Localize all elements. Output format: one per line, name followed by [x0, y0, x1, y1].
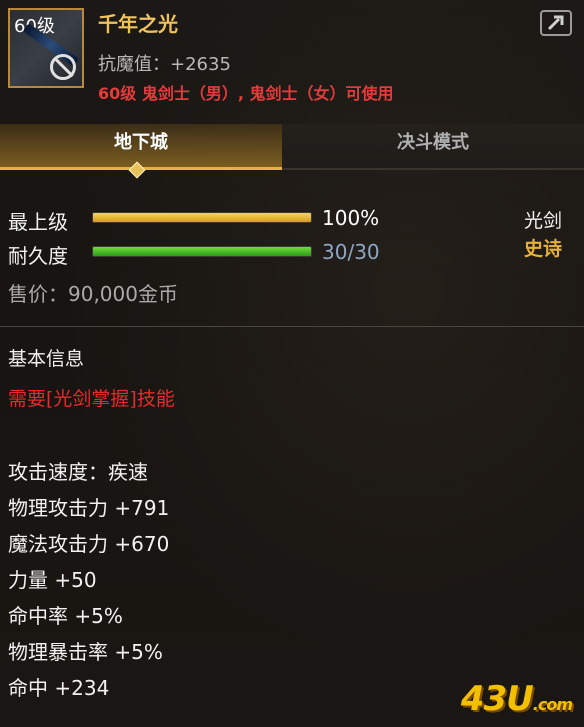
item-tooltip-panel: 60级 千年之光 抗魔值：+2635 60级 鬼剑士（男）, 鬼剑士（女）可使用… [0, 0, 584, 727]
divider [0, 326, 584, 327]
attribute-strength: 力量 +50 [8, 568, 97, 592]
grade-value: 100% [322, 206, 380, 230]
class-requirement: 60级 鬼剑士（男）, 鬼剑士（女）可使用 [98, 84, 394, 103]
attribute-physical-crit: 物理暴击率 +5% [8, 640, 163, 664]
item-name: 千年之光 [98, 12, 178, 36]
grade-bar-fill [93, 213, 311, 222]
weapon-type: 光剑 [524, 210, 563, 232]
basic-info-title: 基本信息 [8, 348, 85, 370]
site-watermark-logo: 43U.com [460, 679, 573, 719]
attribute-accuracy: 命中 +234 [8, 676, 110, 700]
durability-bar [92, 246, 312, 257]
unavailable-icon [50, 54, 76, 80]
rarity-label: 史诗 [524, 238, 563, 260]
durability-label: 耐久度 [8, 244, 68, 268]
grade-bar [92, 212, 312, 223]
attribute-hit-rate: 命中率 +5% [8, 604, 123, 628]
item-icon[interactable]: 60级 [8, 8, 84, 88]
tab-duel-mode[interactable]: 决斗模式 [282, 124, 584, 170]
durability-value: 30/30 [322, 240, 380, 264]
tab-dungeon[interactable]: 地下城 [0, 124, 282, 170]
attribute-physical-attack: 物理攻击力 +791 [8, 496, 170, 520]
durability-bar-fill [93, 247, 311, 256]
attribute-magic-attack: 魔法攻击力 +670 [8, 532, 170, 556]
grade-label: 最上级 [8, 210, 68, 234]
share-button[interactable] [540, 10, 572, 36]
skill-requirement: 需要[光剑掌握]技能 [8, 388, 175, 410]
share-icon [547, 15, 564, 31]
magic-resist-value: 抗魔值：+2635 [98, 54, 231, 75]
attribute-attack-speed: 攻击速度：疾速 [8, 460, 148, 484]
mode-tabs: 地下城 决斗模式 [0, 124, 584, 170]
sell-price: 售价：90,000金币 [8, 282, 178, 306]
